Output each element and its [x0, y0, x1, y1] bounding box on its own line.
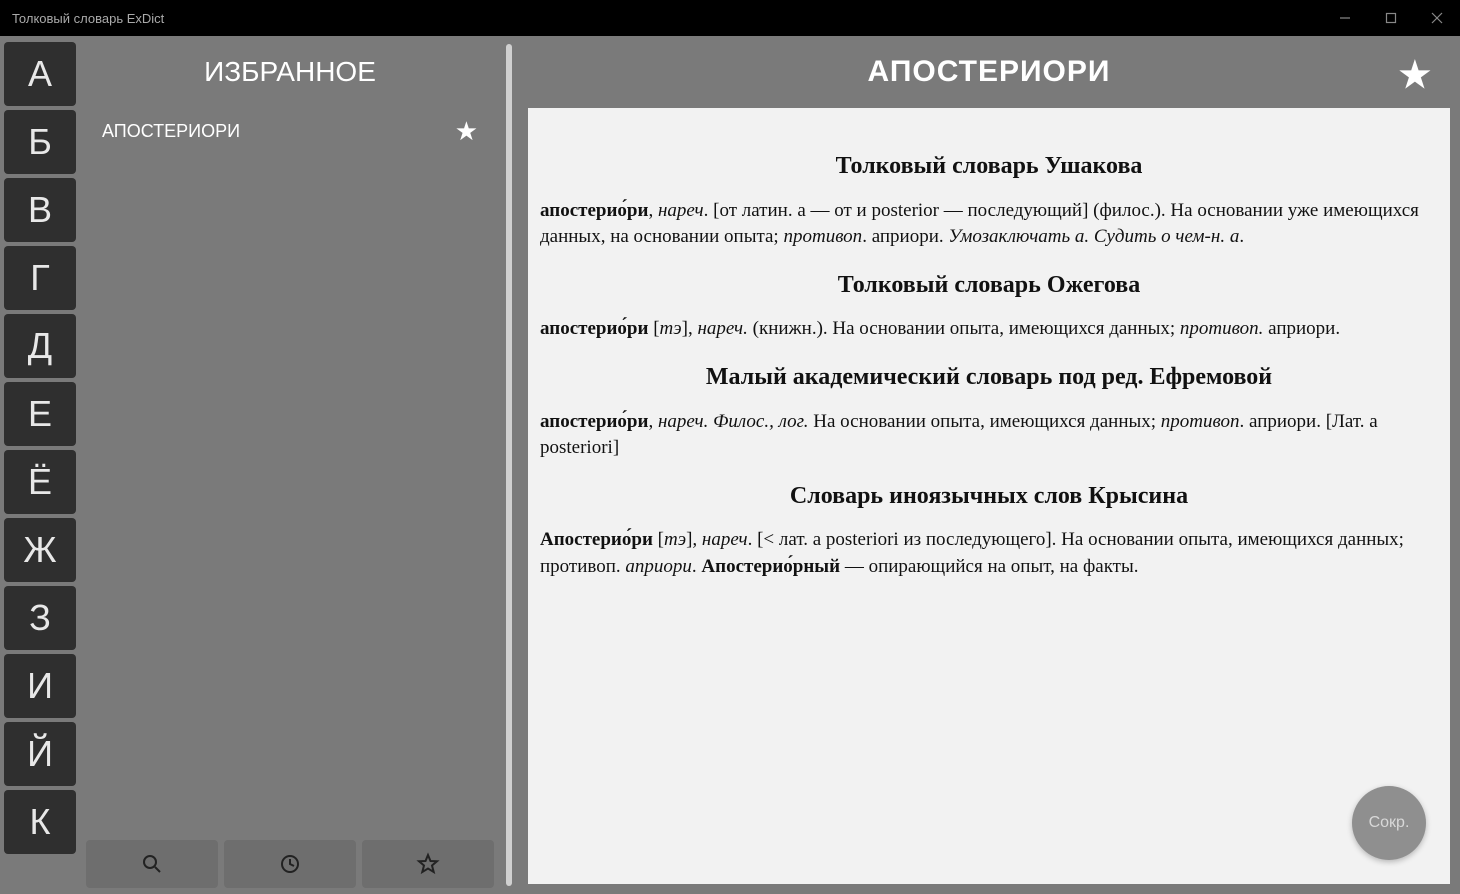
maximize-button[interactable] — [1368, 0, 1414, 36]
search-icon — [140, 852, 164, 876]
app-body: АБВГДЕЁЖЗИЙК ИЗБРАННОЕ АПОСТЕРИОРИ ★ АПОС… — [0, 36, 1460, 894]
right-panel: АПОСТЕРИОРИ ★ Толковый словарь Ушакова ап… — [518, 36, 1460, 894]
alphabet-column: АБВГДЕЁЖЗИЙК — [0, 36, 80, 894]
article-title: АПОСТЕРИОРИ — [868, 55, 1111, 89]
window-title: Толковый словарь ExDict — [12, 11, 164, 26]
article-body: Толковый словарь Ушакова апостерио́ри, на… — [528, 108, 1450, 884]
alpha-letter-А[interactable]: А — [4, 42, 76, 106]
dictionary-entry: апостерио́ри [тэ], нареч. (книжн.). На о… — [540, 316, 1438, 343]
favorite-item[interactable]: АПОСТЕРИОРИ ★ — [96, 108, 484, 155]
alpha-letter-И[interactable]: И — [4, 654, 76, 718]
star-icon — [416, 852, 440, 876]
titlebar: Толковый словарь ExDict — [0, 0, 1460, 36]
alpha-letter-К[interactable]: К — [4, 790, 76, 854]
dictionary-entry: апостерио́ри, нареч. Филос., лог. На осн… — [540, 409, 1438, 462]
favorites-list: АПОСТЕРИОРИ ★ — [80, 108, 500, 834]
dictionary-heading: Толковый словарь Ожегова — [540, 269, 1438, 303]
favorite-word: АПОСТЕРИОРИ — [102, 121, 240, 142]
favorites-header: ИЗБРАННОЕ — [80, 36, 500, 108]
favorites-tab[interactable] — [362, 840, 494, 888]
alpha-letter-В[interactable]: В — [4, 178, 76, 242]
maximize-icon — [1385, 12, 1397, 24]
fab-label: Сокр. — [1369, 814, 1410, 832]
close-button[interactable] — [1414, 0, 1460, 36]
alpha-letter-З[interactable]: З — [4, 586, 76, 650]
article-header: АПОСТЕРИОРИ ★ — [518, 36, 1460, 108]
search-tab[interactable] — [86, 840, 218, 888]
dictionary-heading: Толковый словарь Ушакова — [540, 150, 1438, 184]
dictionary-entry: Апостерио́ри [тэ], нареч. [< лат. a post… — [540, 527, 1438, 580]
history-tab[interactable] — [224, 840, 356, 888]
star-icon[interactable]: ★ — [455, 116, 478, 147]
close-icon — [1431, 12, 1443, 24]
left-panel: ИЗБРАННОЕ АПОСТЕРИОРИ ★ — [80, 36, 500, 894]
bottom-tabs — [80, 834, 500, 894]
alpha-letter-Д[interactable]: Д — [4, 314, 76, 378]
minimize-button[interactable] — [1322, 0, 1368, 36]
alpha-letter-Й[interactable]: Й — [4, 722, 76, 786]
clock-icon — [278, 852, 302, 876]
minimize-icon — [1339, 12, 1351, 24]
abbreviations-fab[interactable]: Сокр. — [1352, 786, 1426, 860]
alpha-letter-Г[interactable]: Г — [4, 246, 76, 310]
alpha-letter-Е[interactable]: Е — [4, 382, 76, 446]
dictionary-heading: Словарь иноязычных слов Крысина — [540, 480, 1438, 514]
dictionary-entry: апостерио́ри, нареч. [от латин. a — от и… — [540, 198, 1438, 251]
alpha-letter-Б[interactable]: Б — [4, 110, 76, 174]
panel-divider[interactable] — [506, 44, 512, 886]
alpha-letter-Ж[interactable]: Ж — [4, 518, 76, 582]
window-controls — [1322, 0, 1460, 36]
favorite-toggle[interactable]: ★ — [1399, 54, 1432, 96]
alpha-letter-Ё[interactable]: Ё — [4, 450, 76, 514]
dictionary-heading: Малый академический словарь под ред. Ефр… — [540, 361, 1438, 395]
